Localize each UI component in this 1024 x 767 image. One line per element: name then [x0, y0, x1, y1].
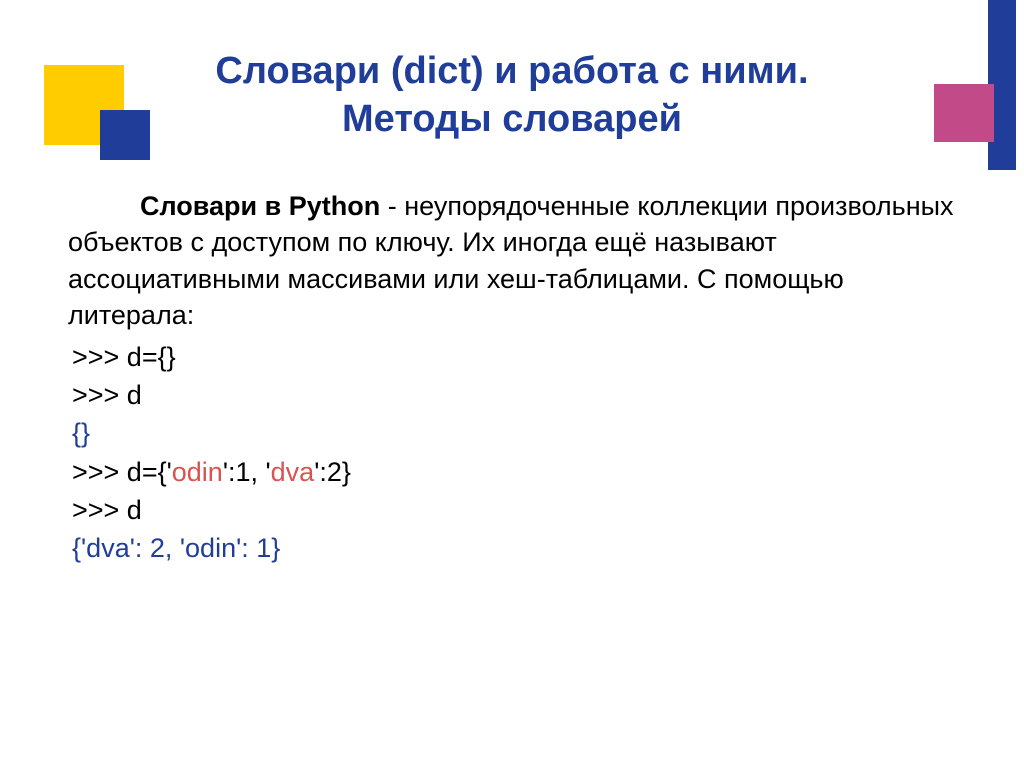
slide-body: Словари в Python - неупорядоченные колле…: [68, 188, 964, 568]
code-line-3: {}: [68, 414, 964, 452]
code-l4-d: dva: [271, 457, 315, 487]
code-l4-c: ':1, ': [223, 457, 271, 487]
slide: Словари (dict) и работа с ними. Методы с…: [0, 0, 1024, 767]
intro-strong: Словари в Python: [140, 191, 380, 221]
code-line-2: >>> d: [68, 376, 964, 414]
code-line-1: >>> d={}: [68, 338, 964, 376]
slide-title: Словари (dict) и работа с ними. Методы с…: [0, 48, 1024, 143]
code-line-5: >>> d: [68, 491, 964, 529]
code-l4-b: odin: [172, 457, 223, 487]
intro-paragraph: Словари в Python - неупорядоченные колле…: [68, 188, 964, 334]
title-line-2: Методы словарей: [0, 96, 1024, 144]
code-l4-a: >>> d={': [72, 457, 172, 487]
code-line-6: {'dva': 2, 'odin': 1}: [68, 529, 964, 567]
code-line-4: >>> d={'odin':1, 'dva':2}: [68, 453, 964, 491]
code-l4-e: ':2}: [314, 457, 351, 487]
title-line-1: Словари (dict) и работа с ними.: [0, 48, 1024, 96]
